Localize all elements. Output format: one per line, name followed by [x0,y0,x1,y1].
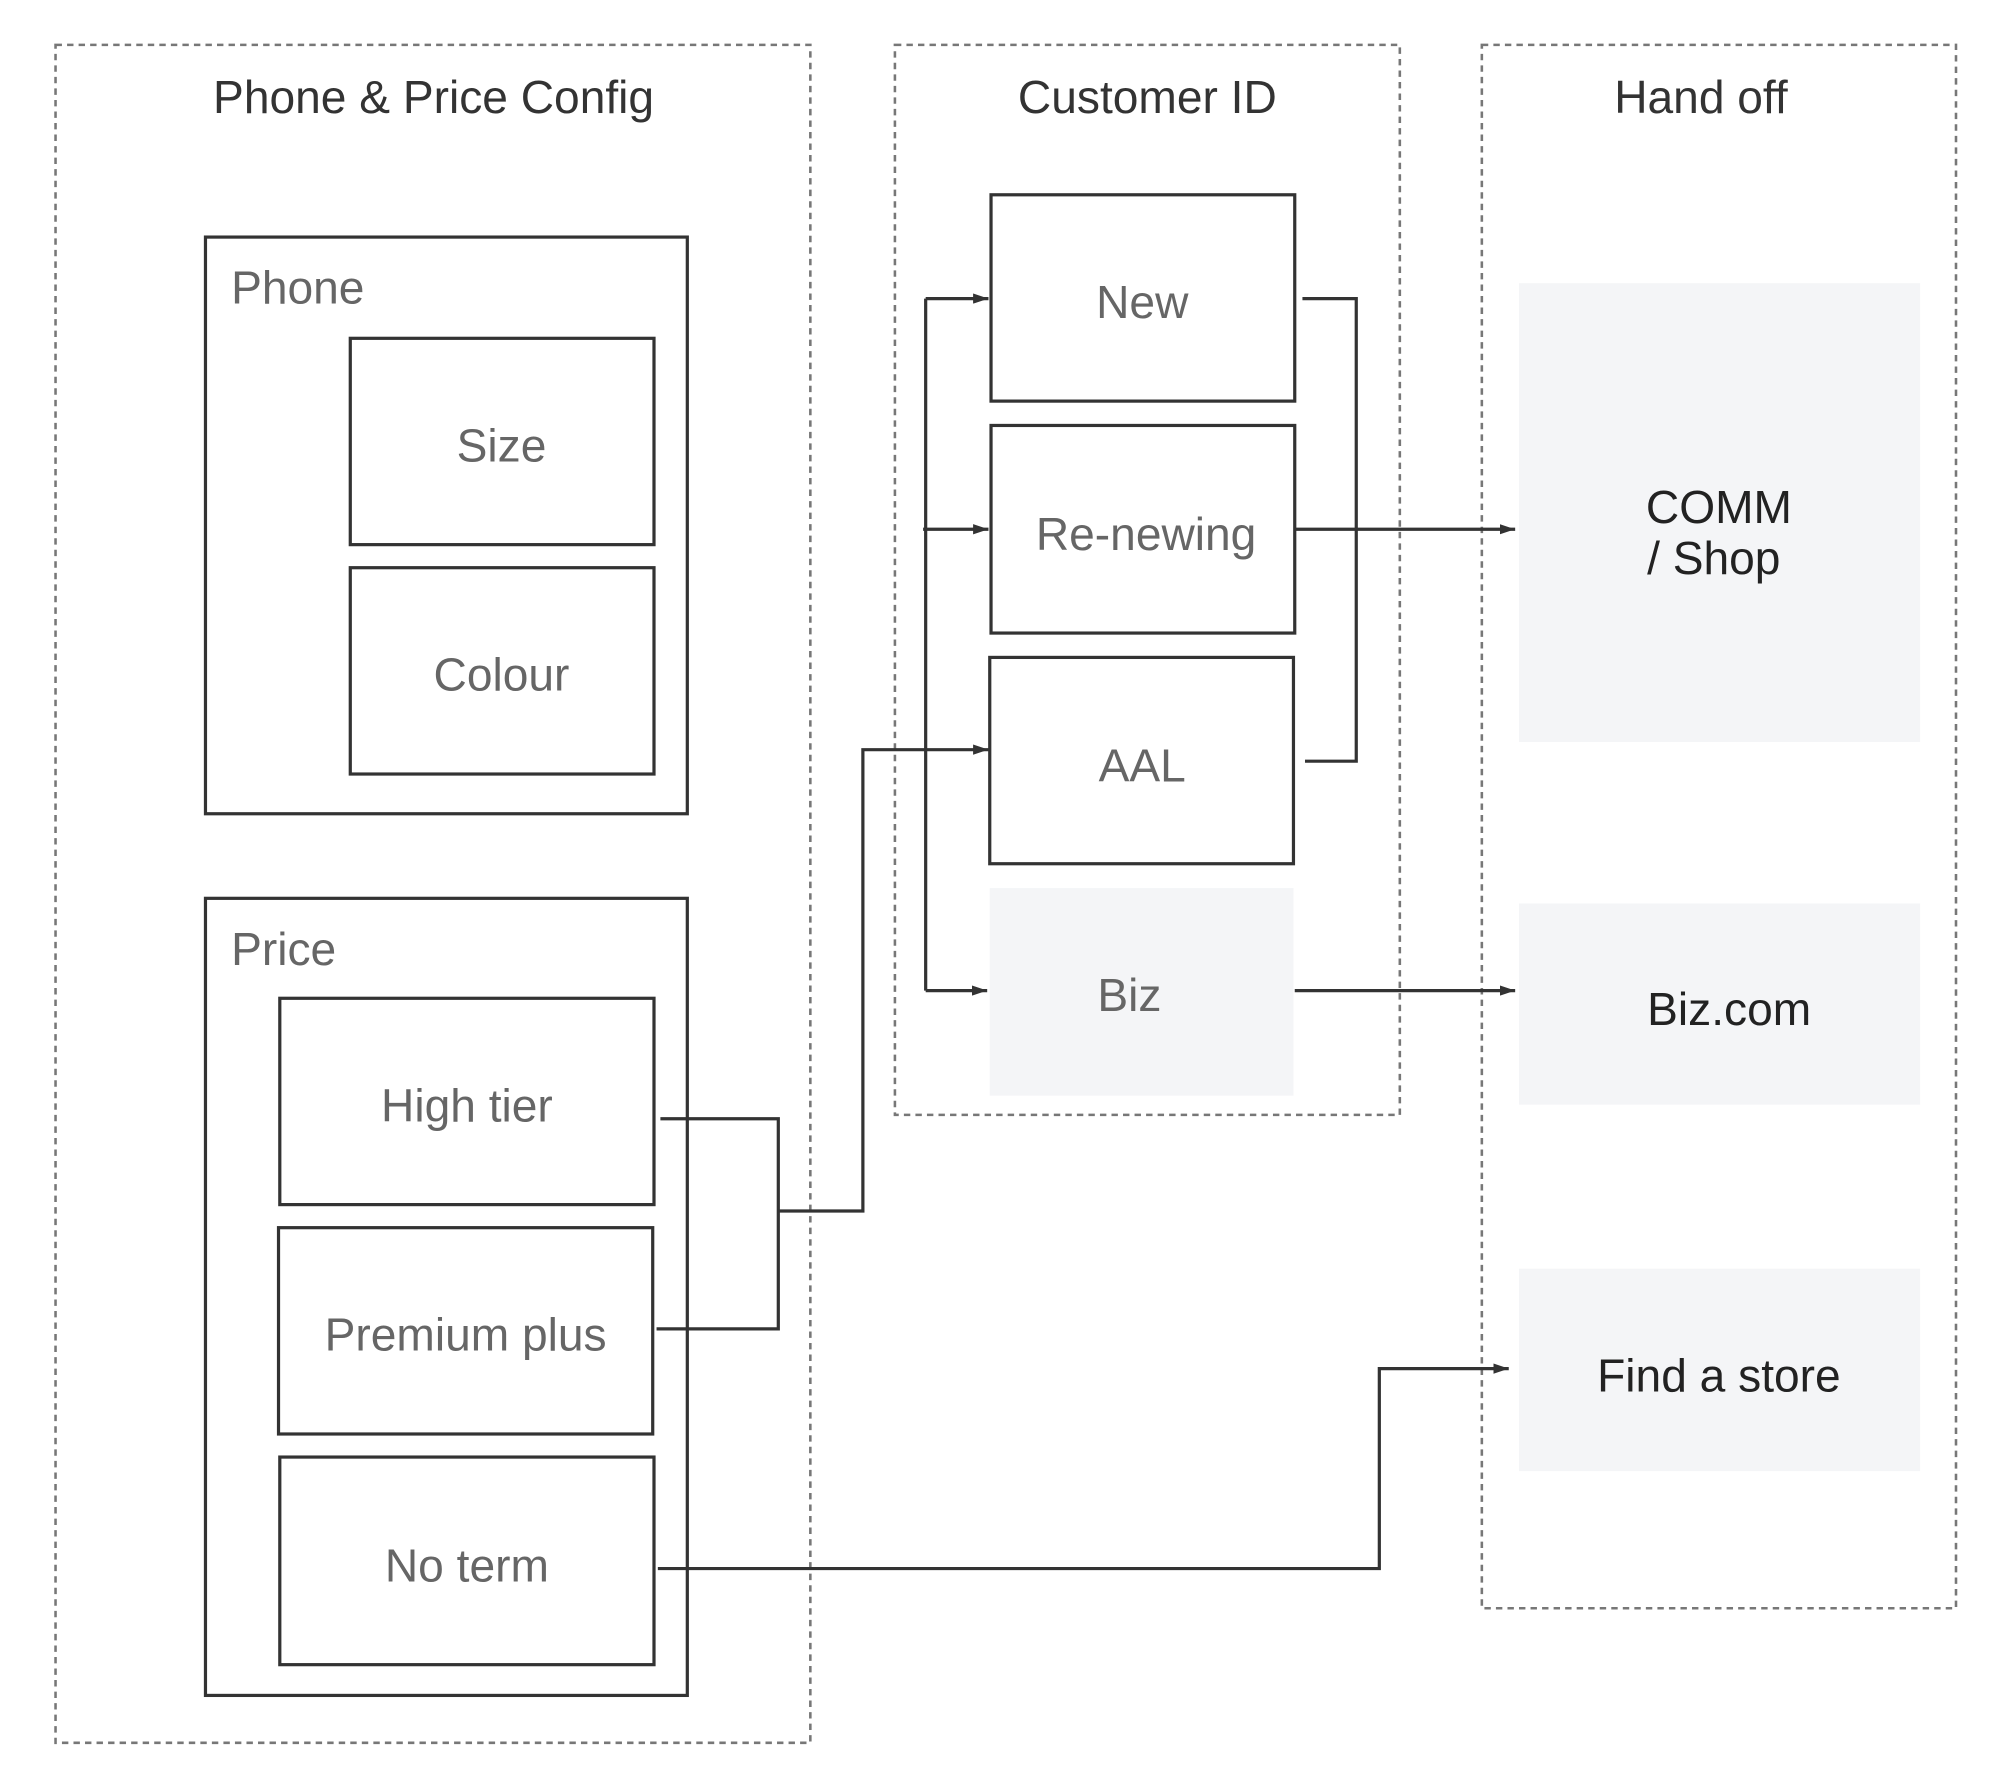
flow-diagram: Phone & Price Config Customer ID Hand of… [54,43,1958,1745]
price-label: Price [231,923,336,975]
high-tier-label: High tier [381,1079,553,1131]
renewing-label: Re-newing [1036,508,1257,560]
customer-title: Customer ID [1018,71,1277,123]
colour-label: Colour [434,649,570,701]
biz-label: Biz [1097,969,1161,1021]
phone-label: Phone [231,262,364,314]
size-label: Size [457,419,547,471]
aal-label: AAL [1099,740,1186,792]
handoff-title: Hand off [1614,71,1788,123]
no-term-label: No term [385,1539,549,1591]
new-label: New [1096,276,1189,328]
find-store-label: Find a store [1597,1350,1841,1402]
comm-label: COMM [1646,481,1792,533]
config-title: Phone & Price Config [213,71,654,123]
premium-plus-label: Premium plus [325,1309,607,1361]
biz-com-label: Biz.com [1647,983,1811,1035]
shop-label: / Shop [1647,532,1780,584]
to-find-store-arrow [657,1363,1509,1571]
